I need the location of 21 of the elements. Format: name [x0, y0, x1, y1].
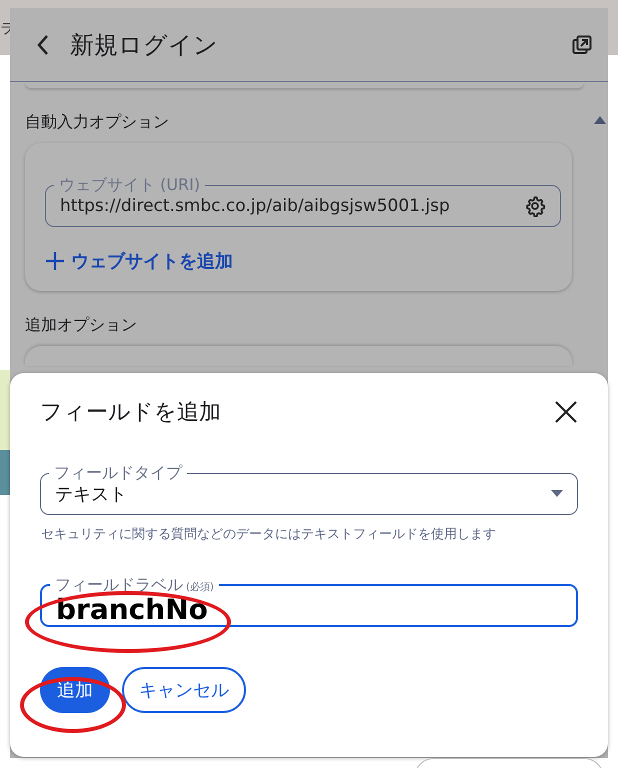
- dropdown-caret-icon[interactable]: [551, 490, 563, 497]
- settings-icon[interactable]: [524, 194, 546, 216]
- cancel-button[interactable]: キャンセル: [122, 667, 246, 713]
- helper-text: セキュリティに関する質問などのデータにはテキストフィールドを使用します: [41, 526, 497, 543]
- field-label: ウェブサイト (URI): [58, 177, 202, 193]
- page-title: 新規ログイン: [70, 30, 219, 60]
- dialog-title: フィールドを追加: [40, 399, 221, 427]
- plus-icon: [45, 251, 65, 271]
- scroll-up-icon[interactable]: [594, 116, 606, 124]
- add-button[interactable]: 追加: [40, 667, 110, 713]
- section-heading: 自動入力オプション: [25, 112, 170, 133]
- popout-icon[interactable]: [572, 34, 592, 54]
- close-icon[interactable]: [554, 400, 578, 424]
- add-website-link[interactable]: ウェブサイトを追加: [45, 249, 233, 273]
- field-label: フィールドタイプ: [53, 465, 184, 481]
- website-field[interactable]: ウェブサイト (URI) https://direct.smbc.co.jp/aib/aibgsjsw5001.jsp: [45, 177, 561, 227]
- section-heading: 追加オプション: [25, 315, 138, 336]
- field-type-select[interactable]: フィールドタイプ テキスト: [40, 465, 578, 515]
- back-icon[interactable]: [36, 34, 50, 56]
- field-label-input[interactable]: フィールドラベル (必須) branchNo: [40, 577, 578, 627]
- field-label: フィールドラベル (必須): [54, 577, 215, 593]
